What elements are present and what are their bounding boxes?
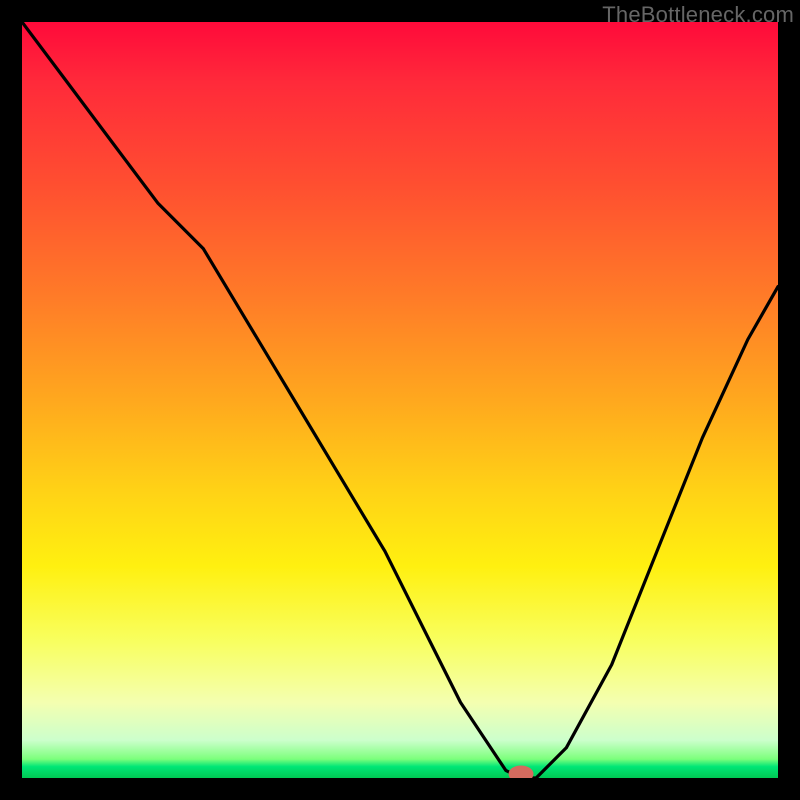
optimal-marker <box>509 766 533 778</box>
plot-area <box>22 22 778 778</box>
watermark-text: TheBottleneck.com <box>602 2 794 28</box>
bottleneck-curve <box>22 22 778 778</box>
chart-svg <box>22 22 778 778</box>
chart-frame: TheBottleneck.com <box>0 0 800 800</box>
